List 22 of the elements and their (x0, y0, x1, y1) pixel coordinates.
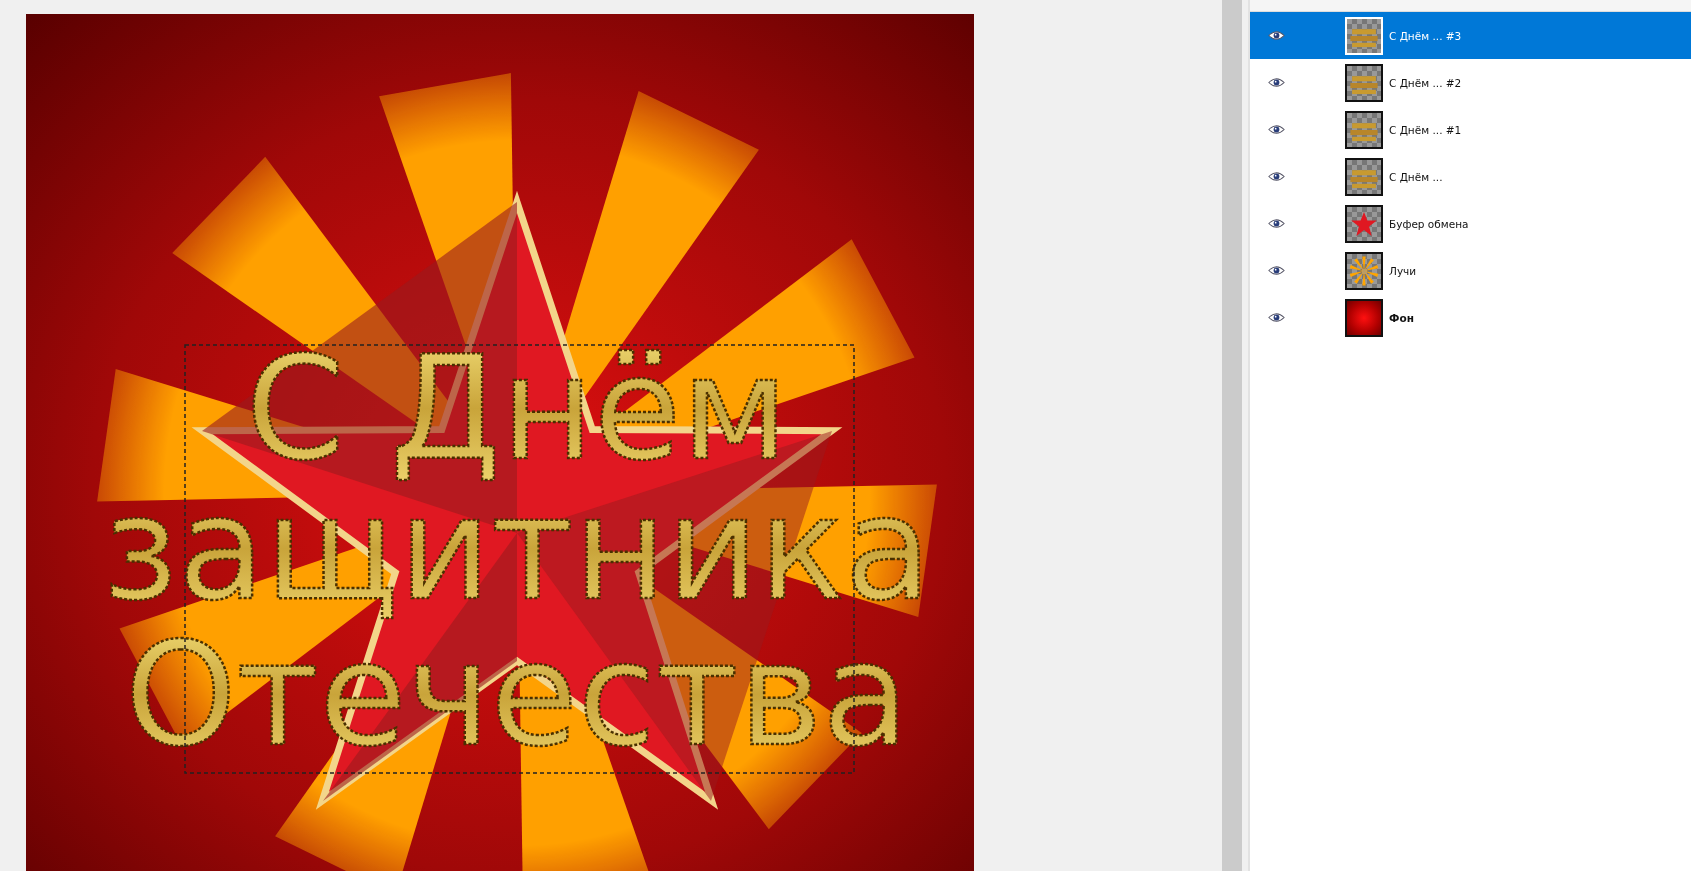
layer-name: Буфер обмена (1389, 217, 1469, 230)
eye-icon[interactable] (1268, 171, 1285, 182)
eye-icon[interactable] (1268, 77, 1285, 88)
scrollbar[interactable] (1222, 0, 1242, 871)
layer-row[interactable]: Фон (1250, 294, 1691, 341)
layer-name: С Днём ... #3 (1389, 29, 1462, 42)
layer-row[interactable]: С Днём ... #3 (1250, 12, 1691, 59)
eye-icon[interactable] (1268, 124, 1285, 135)
layer-name: С Днём ... #1 (1389, 123, 1462, 136)
eye-icon[interactable] (1268, 30, 1285, 41)
layer-row[interactable]: С Днём ... #2 (1250, 59, 1691, 106)
layer-name: С Днём ... (1389, 170, 1443, 183)
layer-name: Фон (1389, 311, 1414, 324)
eye-icon[interactable] (1268, 265, 1285, 276)
layer-row[interactable]: С Днём ... #1 (1250, 106, 1691, 153)
eye-icon[interactable] (1268, 218, 1285, 229)
layer-name: Лучи (1389, 264, 1417, 277)
layer-row[interactable]: Лучи (1250, 247, 1691, 294)
layer-row[interactable]: Буфер обмена (1250, 200, 1691, 247)
eye-icon[interactable] (1268, 312, 1285, 323)
layer-row[interactable]: С Днём ... (1250, 153, 1691, 200)
layer-name: С Днём ... #2 (1389, 76, 1462, 89)
